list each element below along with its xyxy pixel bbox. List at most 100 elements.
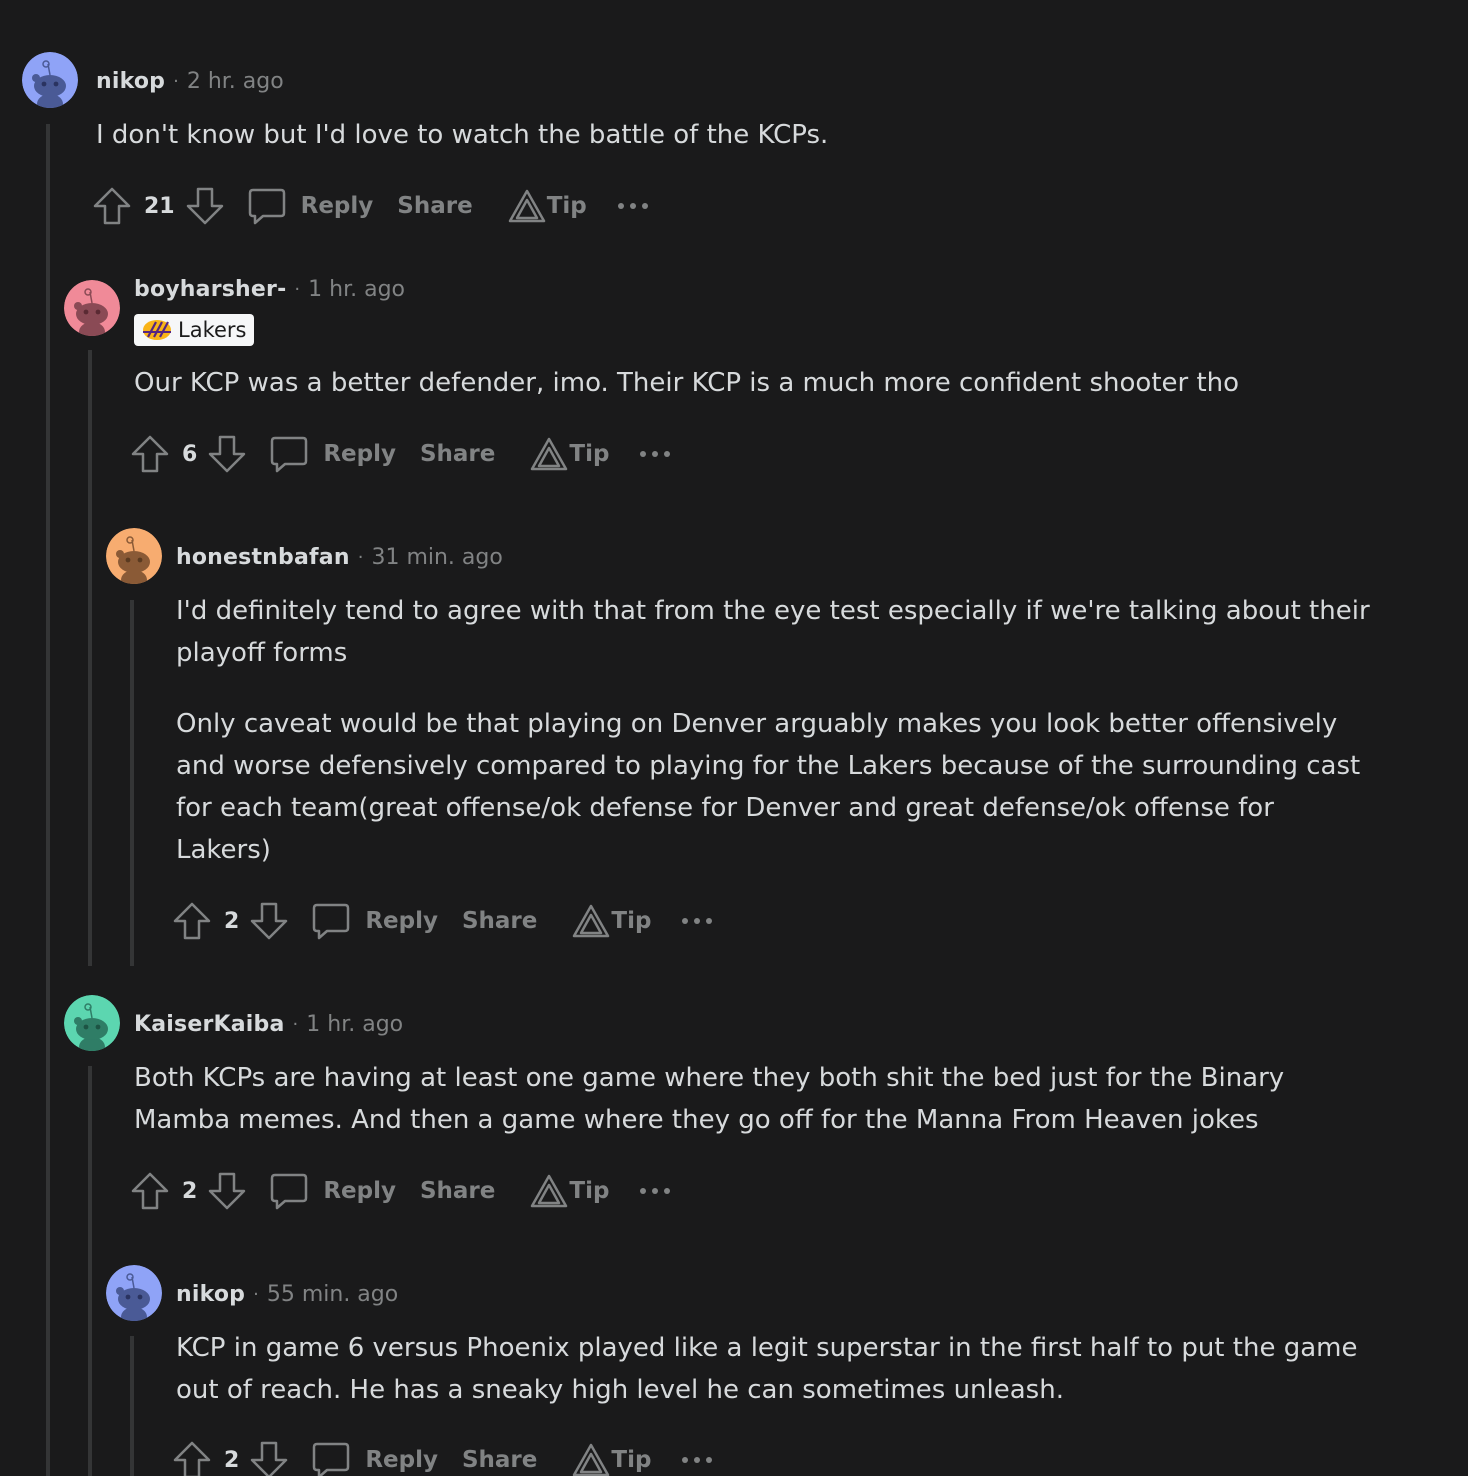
reply-label: Reply [365,908,438,934]
tip-triangle-icon [529,436,569,472]
comment-paragraph: I don't know but I'd love to watch the b… [96,120,829,150]
comment-bubble-icon [311,1440,351,1476]
more-options-icon[interactable] [681,1455,713,1465]
comment-actions: 6 Reply Share Tip [130,432,671,476]
tip-button[interactable]: Tip [571,1442,651,1476]
thread-line-level-2a[interactable] [88,350,92,966]
username[interactable]: honestnbafan [176,545,350,570]
share-button[interactable]: Share [420,1178,495,1204]
timestamp[interactable]: 1 hr. ago [306,1012,403,1037]
tip-label: Tip [546,193,587,219]
upvote-icon[interactable] [130,1171,170,1211]
share-button[interactable]: Share [462,1447,537,1473]
reply-button[interactable]: Reply [311,1440,438,1476]
upvote-icon[interactable] [130,434,170,474]
more-options-icon[interactable] [617,201,649,211]
timestamp[interactable]: 2 hr. ago [187,69,284,94]
comment-meta: nikop · 2 hr. ago [96,66,284,96]
downvote-icon[interactable] [249,901,289,941]
tip-button[interactable]: Tip [507,188,587,224]
tip-label: Tip [611,1447,652,1473]
snoo-avatar-icon [106,1265,162,1321]
avatar[interactable] [64,280,120,336]
share-button[interactable]: Share [420,441,495,467]
reply-label: Reply [323,441,396,467]
reply-button[interactable]: Reply [269,1171,396,1211]
downvote-icon[interactable] [207,434,247,474]
avatar[interactable] [106,1265,162,1321]
vote-score: 21 [144,193,175,219]
flair-text: Lakers [178,318,247,342]
user-flair: Lakers [134,314,255,346]
comment-meta: honestnbafan · 31 min. ago [176,542,503,572]
avatar[interactable] [22,52,78,108]
timestamp[interactable]: 1 hr. ago [308,277,405,302]
downvote-icon[interactable] [249,1440,289,1476]
reply-label: Reply [365,1447,438,1473]
upvote-icon[interactable] [172,1440,212,1476]
snoo-avatar-icon [64,280,120,336]
separator-dot: · [294,278,301,300]
avatar[interactable] [64,995,120,1051]
comment-actions: 2 Reply Share Tip [172,899,713,943]
separator-dot: · [253,1283,259,1305]
thread-line-level-3a[interactable] [130,600,134,966]
comment-bubble-icon [311,901,351,941]
snoo-avatar-icon [64,995,120,1051]
upvote-icon[interactable] [92,186,132,226]
downvote-icon[interactable] [207,1171,247,1211]
tip-triangle-icon [571,903,611,939]
reply-button[interactable]: Reply [247,186,373,226]
tip-triangle-icon [571,1442,611,1476]
comment-paragraph: Our KCP was a better defender, imo. Thei… [134,368,1240,398]
separator-dot: · [173,70,179,92]
comment-paragraph: Only caveat would be that playing on Den… [176,709,1361,865]
comment-meta: nikop · 55 min. ago [176,1279,398,1309]
vote-score: 2 [224,1447,240,1473]
comment-actions: 2 Reply Share Tip [172,1438,713,1476]
separator-dot: · [357,546,364,568]
comment-bubble-icon [269,1171,309,1211]
reply-button[interactable]: Reply [311,901,438,941]
reply-label: Reply [323,1178,396,1204]
reply-button[interactable]: Reply [269,434,396,474]
comment-body: Both KCPs are having at least one game w… [134,1057,1374,1141]
username[interactable]: KaiserKaiba [134,1012,285,1037]
comment-bubble-icon [269,434,309,474]
comment-body: I don't know but I'd love to watch the b… [96,114,1386,156]
thread-line-level-2b[interactable] [88,1066,92,1476]
username[interactable]: nikop [96,69,165,94]
snoo-avatar-icon [106,528,162,584]
timestamp[interactable]: 31 min. ago [371,545,502,570]
avatar[interactable] [106,528,162,584]
share-button[interactable]: Share [462,908,537,934]
upvote-icon[interactable] [172,901,212,941]
tip-label: Tip [569,1178,610,1204]
tip-button[interactable]: Tip [529,1173,609,1209]
comment-meta: boyharsher- · 1 hr. ago [134,274,405,304]
downvote-icon[interactable] [185,186,225,226]
tip-button[interactable]: Tip [529,436,609,472]
comment-body: I'd definitely tend to agree with that f… [176,590,1376,871]
tip-label: Tip [569,441,610,467]
more-options-icon[interactable] [681,916,713,926]
more-options-icon[interactable] [639,449,671,459]
tip-triangle-icon [507,188,547,224]
timestamp[interactable]: 55 min. ago [267,1282,398,1307]
tip-triangle-icon [529,1173,569,1209]
separator-dot: · [292,1013,299,1035]
username[interactable]: nikop [176,1282,245,1307]
comment-meta: KaiserKaiba · 1 hr. ago [134,1009,403,1039]
comment-paragraph: KCP in game 6 versus Phoenix played like… [176,1333,1358,1405]
tip-label: Tip [611,908,652,934]
lakers-logo-icon [140,318,174,342]
comment-paragraph: I'd definitely tend to agree with that f… [176,596,1370,668]
comment-body: Our KCP was a better defender, imo. Thei… [134,362,1404,404]
thread-line-level-3b[interactable] [130,1336,134,1476]
more-options-icon[interactable] [639,1186,671,1196]
tip-button[interactable]: Tip [571,903,651,939]
thread-line-level-1[interactable] [46,124,50,1476]
vote-score: 2 [182,1178,198,1204]
username[interactable]: boyharsher- [134,277,286,302]
share-button[interactable]: Share [397,193,472,219]
